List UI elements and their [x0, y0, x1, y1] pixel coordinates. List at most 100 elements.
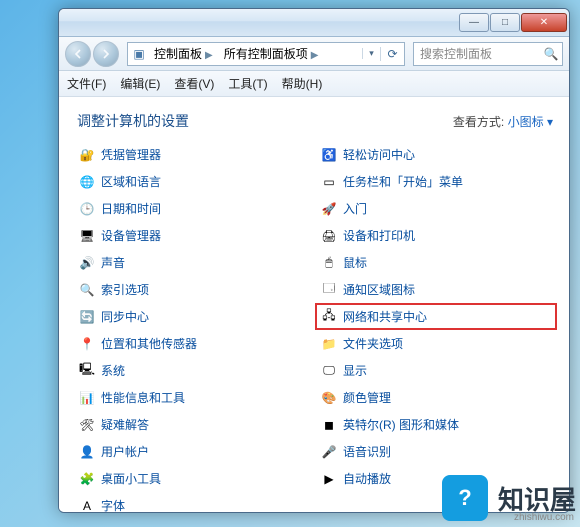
control-panel-item[interactable]: ▶自动播放	[319, 469, 553, 488]
control-panel-item[interactable]: 🔊 声音	[77, 253, 311, 272]
item-icon: 🖧	[321, 309, 337, 325]
item-label: 疑难解答	[101, 416, 149, 433]
menu-edit[interactable]: 编辑(E)	[120, 75, 160, 92]
control-panel-item[interactable]: 🖳 系统	[77, 361, 311, 380]
item-icon: 🚀	[321, 201, 337, 217]
control-panel-item[interactable]: 🌐区域和语言	[77, 172, 311, 191]
item-icon: 🛠	[79, 417, 95, 433]
item-label: 设备和打印机	[343, 227, 415, 244]
control-panel-item[interactable]: 🎨颜色管理	[319, 388, 553, 407]
back-button[interactable]	[65, 41, 91, 67]
control-panel-item[interactable]: ♿ 轻松访问中心	[319, 145, 553, 164]
item-label: 字体	[101, 497, 125, 512]
item-label: 网络和共享中心	[343, 308, 427, 325]
forward-button[interactable]	[93, 41, 119, 67]
control-panel-item[interactable]: 🖱 鼠标	[319, 253, 553, 272]
menu-view[interactable]: 查看(V)	[174, 75, 214, 92]
item-icon: 🧩	[79, 471, 95, 487]
item-label: 用户帐户	[101, 443, 149, 460]
minimize-button[interactable]: —	[459, 13, 489, 32]
control-panel-item[interactable]: 🗔通知区域图标	[319, 280, 553, 299]
item-label: 桌面小工具	[101, 470, 161, 487]
item-icon: 🗔	[321, 282, 337, 298]
item-icon: 🖳	[79, 363, 95, 379]
titlebar: — □ ✕	[59, 9, 569, 37]
content-area: 调整计算机的设置 查看方式: 小图标 ▾ 🔐凭据管理器 ♿ 轻松访问中心 🌐区域和语言…	[59, 97, 569, 512]
menubar: 文件(F) 编辑(E) 查看(V) 工具(T) 帮助(H)	[59, 71, 569, 97]
item-label: 凭据管理器	[101, 146, 161, 163]
item-label: 性能信息和工具	[101, 389, 185, 406]
item-icon: 👤	[79, 444, 95, 460]
arrow-left-icon	[73, 49, 83, 59]
maximize-button[interactable]: □	[490, 13, 520, 32]
control-panel-item[interactable]: 📁 文件夹选项	[319, 334, 553, 353]
search-icon: 🔍	[540, 47, 562, 61]
item-icon: 🔊	[79, 255, 95, 271]
item-label: 文件夹选项	[343, 335, 403, 352]
item-label: 语音识别	[343, 443, 391, 460]
control-panel-item[interactable]: 🧩 桌面小工具	[77, 469, 311, 488]
menu-file[interactable]: 文件(F)	[67, 75, 106, 92]
control-panel-item[interactable]: 📍位置和其他传感器	[77, 334, 311, 353]
breadcrumb-leaf[interactable]: 所有控制面板项▶	[220, 45, 326, 62]
chevron-right-icon: ▶	[202, 50, 216, 61]
control-panel-item[interactable]: A 字体	[77, 496, 311, 512]
item-icon: 🖱	[321, 255, 337, 271]
item-label: 日期和时间	[101, 200, 161, 217]
control-panel-item[interactable]: 🖨 设备和打印机	[319, 226, 553, 245]
control-panel-item[interactable]: 🔄同步中心	[77, 307, 311, 326]
item-icon: 🕒	[79, 201, 95, 217]
view-by: 查看方式: 小图标 ▾	[453, 113, 553, 130]
control-panel-item[interactable]: ◼ 英特尔(R) 图形和媒体	[319, 415, 553, 434]
close-button[interactable]: ✕	[521, 13, 567, 32]
item-label: 位置和其他传感器	[101, 335, 197, 352]
control-panel-item[interactable]: 🖥 设备管理器	[77, 226, 311, 245]
item-icon: ▭	[321, 174, 337, 190]
item-icon: 🖥	[79, 228, 95, 244]
chevron-down-icon: ▾	[547, 115, 553, 129]
item-icon: ▶	[321, 471, 337, 487]
menu-help[interactable]: 帮助(H)	[282, 75, 323, 92]
item-icon: A	[79, 498, 95, 513]
control-panel-item[interactable]: 🛠 疑难解答	[77, 415, 311, 434]
control-panel-item[interactable]: 🔐凭据管理器	[77, 145, 311, 164]
control-panel-item[interactable]: 🚀 入门	[319, 199, 553, 218]
control-panel-icon: ▣	[128, 47, 150, 61]
item-icon: 📁	[321, 336, 337, 352]
item-icon: ◼	[321, 417, 337, 433]
search-box[interactable]: 搜索控制面板 🔍	[413, 42, 563, 66]
item-label: 区域和语言	[101, 173, 161, 190]
address-dropdown[interactable]: ▾	[362, 48, 380, 59]
item-icon: 🎤	[321, 444, 337, 460]
item-icon: ♿	[321, 147, 337, 163]
item-label: 入门	[343, 200, 367, 217]
arrow-right-icon	[101, 49, 111, 59]
item-icon: 🖨	[321, 228, 337, 244]
breadcrumb-root[interactable]: 控制面板▶	[150, 45, 220, 62]
item-label: 设备管理器	[101, 227, 161, 244]
address-bar[interactable]: ▣ 控制面板▶ 所有控制面板项▶ ▾ ⟳	[127, 42, 405, 66]
control-panel-item[interactable]: 🖵 显示	[319, 361, 553, 380]
item-label: 显示	[343, 362, 367, 379]
page-title: 调整计算机的设置	[77, 111, 189, 131]
menu-tools[interactable]: 工具(T)	[228, 75, 267, 92]
control-panel-item[interactable]: 👤 用户帐户	[77, 442, 311, 461]
search-placeholder: 搜索控制面板	[414, 45, 540, 62]
watermark-url: zhishiwu.com	[514, 512, 574, 523]
item-label: 同步中心	[101, 308, 149, 325]
navbar: ▣ 控制面板▶ 所有控制面板项▶ ▾ ⟳ 搜索控制面板 🔍	[59, 37, 569, 71]
item-label: 声音	[101, 254, 125, 271]
control-panel-item[interactable]: 📊性能信息和工具	[77, 388, 311, 407]
control-panel-item[interactable]: ▭任务栏和「开始」菜单	[319, 172, 553, 191]
item-label: 英特尔(R) 图形和媒体	[343, 416, 459, 433]
item-label: 轻松访问中心	[343, 146, 415, 163]
item-label: 鼠标	[343, 254, 367, 271]
control-panel-item[interactable]: 🕒 日期和时间	[77, 199, 311, 218]
item-label: 系统	[101, 362, 125, 379]
control-panel-item[interactable]: 🎤 语音识别	[319, 442, 553, 461]
refresh-button[interactable]: ⟳	[380, 47, 404, 61]
control-panel-item[interactable]: 🖧 网络和共享中心	[319, 307, 553, 326]
control-panel-item[interactable]: 🔍索引选项	[77, 280, 311, 299]
item-icon: 🖵	[321, 363, 337, 379]
view-by-select[interactable]: 小图标 ▾	[508, 115, 553, 129]
